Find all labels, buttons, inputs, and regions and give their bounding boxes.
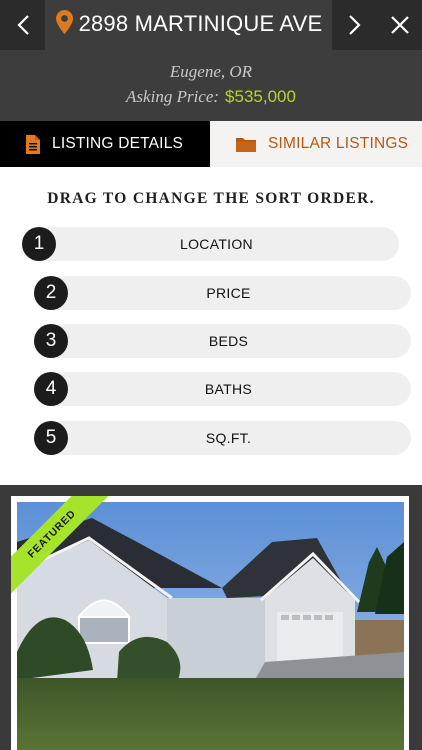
tab-similar-listings[interactable]: SIMILAR LISTINGS [210, 121, 422, 167]
address-text: 2898 MARTINIQUE AVE [78, 11, 323, 36]
tab-label: LISTING DETAILS [52, 135, 184, 152]
sort-instructions: DRAG TO CHANGE THE SORT ORDER. [47, 190, 375, 207]
city-text: Eugene, OR [169, 62, 253, 81]
document-icon [26, 134, 40, 154]
sort-item-label: PRICE [46, 276, 411, 310]
back-button[interactable] [0, 0, 45, 50]
sort-item-label: SQ.FT. [46, 421, 411, 455]
chevron-left-icon [16, 15, 29, 35]
sort-number: 1 [22, 227, 56, 261]
map-pin-icon [55, 10, 73, 34]
listing-gallery: FEATURED [0, 485, 422, 750]
price-value: $535,000 [225, 87, 296, 106]
tab-listing-details[interactable]: LISTING DETAILS [0, 121, 210, 167]
listing-header: 2898 MARTINIQUE AVE Eugene, OR Asking Pr… [0, 0, 422, 121]
sort-item-location[interactable]: LOCATION 1 [22, 227, 399, 261]
listing-card[interactable]: FEATURED [11, 496, 409, 750]
sort-item-label: LOCATION [34, 227, 399, 261]
price-label: Asking Price: [126, 87, 220, 106]
sort-item-price[interactable]: PRICE 2 [34, 276, 411, 310]
listing-title: 2898 MARTINIQUE AVE [55, 10, 323, 36]
close-icon [390, 16, 409, 34]
sort-item-baths[interactable]: BATHS 4 [34, 372, 411, 406]
sort-item-beds[interactable]: BEDS 3 [34, 324, 411, 358]
close-button[interactable] [377, 0, 422, 50]
sort-number: 3 [34, 324, 68, 358]
tab-label: SIMILAR LISTINGS [268, 135, 409, 152]
sort-item-label: BEDS [46, 324, 411, 358]
chevron-right-icon [348, 15, 361, 35]
featured-label: FEATURED [11, 496, 115, 597]
folder-icon [236, 138, 256, 152]
next-button[interactable] [332, 0, 377, 50]
asking-price: Asking Price: $535,000 [0, 87, 422, 107]
sort-item-sqft[interactable]: SQ.FT. 5 [34, 421, 411, 455]
sort-number: 5 [34, 421, 68, 455]
featured-badge: FEATURED [11, 496, 121, 606]
sort-number: 2 [34, 276, 68, 310]
tab-bar: LISTING DETAILS SIMILAR LISTINGS [0, 121, 422, 167]
sort-number: 4 [34, 372, 68, 406]
sort-item-label: BATHS [46, 372, 411, 406]
